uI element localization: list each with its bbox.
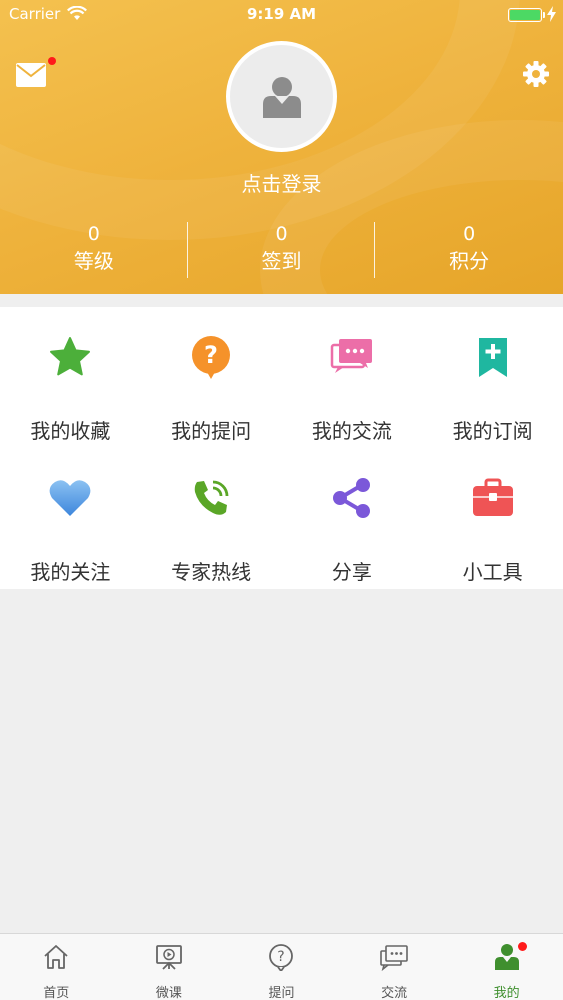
stat-value: 0	[87, 223, 100, 245]
stat-checkin[interactable]: 0 签到	[188, 222, 376, 278]
menu-item-label: 分享	[331, 560, 372, 584]
login-link[interactable]: 点击登录	[0, 168, 563, 197]
toolbox-icon	[471, 476, 515, 520]
chat-icon	[330, 335, 374, 379]
user-placeholder-icon	[262, 76, 301, 118]
chat-icon	[379, 942, 409, 972]
menu-grid: 我的收藏 ? 我的提问 我的交流 我的订阅 我的关注 专家热线 分享 小工具	[0, 307, 563, 589]
menu-item-label: 我的订阅	[452, 419, 533, 443]
menu-item-label: 我的收藏	[30, 419, 111, 443]
stat-level[interactable]: 0 等级	[0, 222, 188, 278]
video-lesson-icon	[154, 942, 184, 972]
mail-icon[interactable]	[15, 62, 47, 88]
menu-item-questions[interactable]: ? 我的提问	[141, 307, 282, 448]
tab-home[interactable]: 首页	[0, 934, 113, 1000]
stat-label: 等级	[73, 249, 114, 273]
menu-item-favorites[interactable]: 我的收藏	[0, 307, 141, 448]
heart-icon	[48, 476, 92, 520]
menu-item-discussions[interactable]: 我的交流	[282, 307, 423, 448]
stat-label: 积分	[449, 249, 490, 273]
svg-text:?: ?	[204, 341, 218, 369]
phone-icon	[189, 476, 233, 520]
stats-row: 0 等级 0 签到 0 积分	[0, 222, 563, 278]
menu-item-label: 我的提问	[171, 419, 252, 443]
question-bubble-icon: ?	[189, 335, 233, 379]
battery-icon	[508, 8, 542, 22]
menu-item-share[interactable]: 分享	[282, 448, 423, 589]
tab-label: 首页	[43, 986, 70, 1000]
tab-exchange[interactable]: 交流	[338, 934, 451, 1000]
stat-divider	[374, 222, 375, 278]
status-bar: Carrier 9:19 AM	[0, 0, 563, 30]
bookmark-add-icon	[471, 335, 515, 379]
stat-label: 签到	[261, 249, 302, 273]
share-icon	[330, 476, 374, 520]
tab-label: 交流	[381, 986, 408, 1000]
gear-icon[interactable]	[522, 60, 550, 88]
stat-divider	[187, 222, 188, 278]
battery-tip	[543, 12, 545, 18]
menu-item-tools[interactable]: 小工具	[422, 448, 563, 589]
menu-item-label: 专家热线	[171, 560, 252, 584]
stat-value: 0	[275, 223, 288, 245]
tab-mine-badge	[518, 942, 527, 951]
menu-item-following[interactable]: 我的关注	[0, 448, 141, 589]
tab-micro-lessons[interactable]: 微课	[113, 934, 226, 1000]
question-icon: ?	[266, 942, 296, 972]
tab-mine[interactable]: 我的	[450, 934, 563, 1000]
menu-item-expert-hotline[interactable]: 专家热线	[141, 448, 282, 589]
avatar[interactable]	[226, 41, 337, 152]
tab-ask[interactable]: ? 提问	[225, 934, 338, 1000]
tab-label: 我的	[493, 986, 520, 1000]
mail-badge	[48, 57, 56, 65]
menu-item-subscriptions[interactable]: 我的订阅	[422, 307, 563, 448]
home-icon	[41, 942, 71, 972]
menu-item-label: 我的关注	[30, 560, 111, 584]
tab-label: 微课	[155, 986, 182, 1000]
stat-value: 0	[463, 223, 476, 245]
menu-item-label: 小工具	[462, 560, 523, 584]
menu-item-label: 我的交流	[311, 419, 392, 443]
star-icon	[48, 335, 92, 379]
charging-icon	[547, 6, 556, 26]
stat-points[interactable]: 0 积分	[375, 222, 563, 278]
tab-label: 提问	[268, 986, 295, 1000]
svg-text:?: ?	[278, 949, 285, 965]
clock: 9:19 AM	[246, 5, 317, 23]
tab-bar: 首页 微课 ? 提问 交流 我的	[0, 933, 563, 1000]
